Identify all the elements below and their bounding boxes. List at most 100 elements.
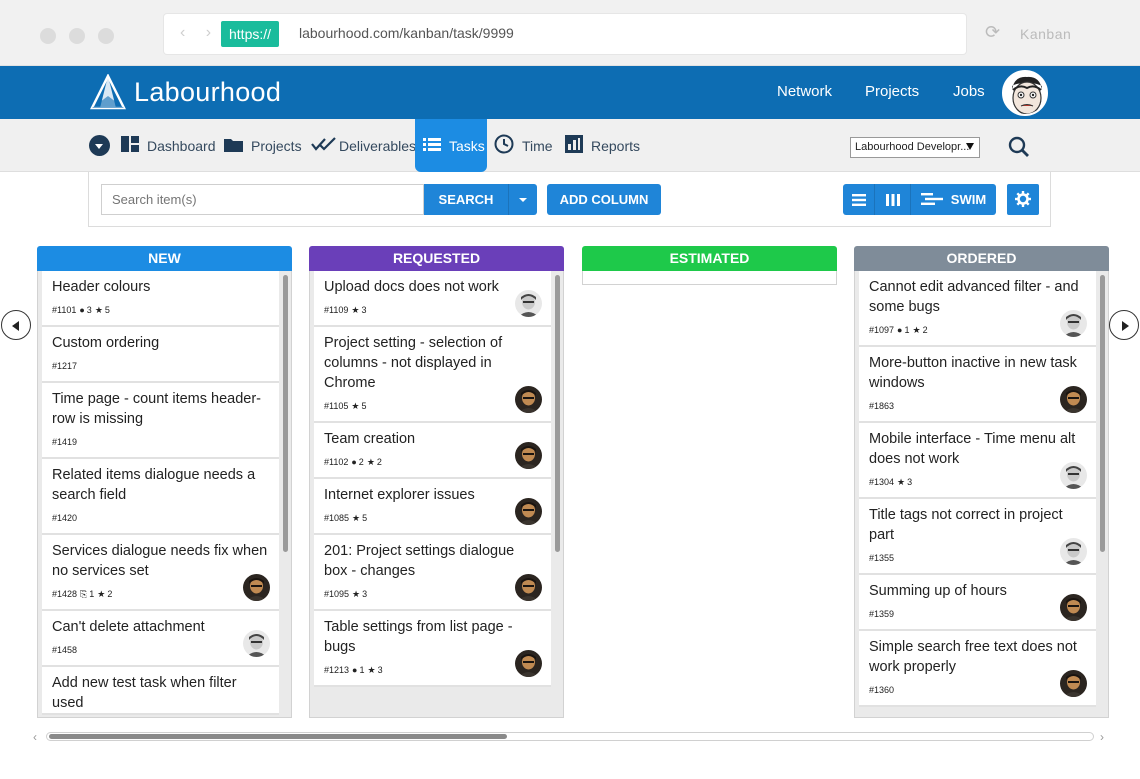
window-close-dot[interactable] [40, 28, 56, 44]
task-card[interactable]: Upload docs does not work #1109 ★ 3 [314, 271, 551, 327]
swim-view-button[interactable]: SWIM [911, 184, 996, 215]
swim-label: SWIM [950, 192, 987, 207]
assignee-avatar[interactable] [1060, 462, 1087, 489]
task-meta: #1095 ★ 3 [324, 587, 541, 601]
search-icon[interactable] [1008, 136, 1030, 163]
menu-toggle-button[interactable] [89, 135, 110, 156]
avatar-photo-icon [515, 386, 542, 413]
add-column-button[interactable]: ADD COLUMN [547, 184, 661, 215]
assignee-avatar[interactable] [1060, 594, 1087, 621]
attachment-icon: ⎘ [80, 589, 88, 599]
subnav-dashboard[interactable]: Dashboard [121, 119, 216, 172]
task-card[interactable]: Can't delete attachment #1458 [42, 611, 279, 667]
assignee-avatar[interactable] [1060, 310, 1087, 337]
task-card[interactable]: Summing up of hours #1359 [859, 575, 1096, 631]
task-card[interactable]: Team creation #1102 ● 2 ★ 2 [314, 423, 551, 479]
search-input[interactable] [101, 184, 424, 215]
column-header[interactable]: ESTIMATED [582, 246, 837, 271]
assignee-avatar[interactable] [515, 574, 542, 601]
column-header[interactable]: REQUESTED [309, 246, 564, 271]
reload-icon[interactable]: ⟳ [985, 22, 1000, 43]
subnav-deliverables-label: Deliverables [339, 137, 417, 154]
columns-view-button[interactable] [875, 184, 911, 215]
subnav-reports-label: Reports [591, 137, 641, 154]
task-pins-count: 3 [907, 477, 913, 487]
assignee-avatar[interactable] [243, 630, 270, 657]
avatar-photo-icon [1060, 538, 1087, 565]
assignee-avatar[interactable] [1060, 386, 1087, 413]
task-card[interactable]: More-button inactive in new task windows… [859, 347, 1096, 423]
task-meta: #1101 ● 3 ★ 5 [52, 303, 269, 317]
column-scrollbar[interactable] [1100, 275, 1105, 552]
task-title: Mobile interface - Time menu alt does no… [869, 431, 1076, 467]
assignee-avatar[interactable] [515, 442, 542, 469]
user-avatar[interactable] [1002, 70, 1048, 116]
avatar-photo-icon [515, 498, 542, 525]
task-meta: #1355 [869, 551, 1086, 565]
workspace-select[interactable]: Labourhood Developr... [850, 137, 980, 158]
labourhood-logo-icon [90, 74, 126, 110]
url-text[interactable]: labourhood.com/kanban/task/9999 [299, 25, 514, 41]
task-card[interactable]: Header colours #1101 ● 3 ★ 5 [42, 271, 279, 327]
subnav-time[interactable]: Time [494, 119, 553, 172]
assignee-avatar[interactable] [1060, 670, 1087, 697]
column-header[interactable]: NEW [37, 246, 292, 271]
assignee-avatar[interactable] [515, 290, 542, 317]
task-card[interactable]: Related items dialogue needs a search fi… [42, 459, 279, 535]
task-card[interactable]: Table settings from list page - bugs #121… [314, 611, 551, 687]
avatar-photo-icon [515, 650, 542, 677]
task-card[interactable]: Time page - count items header-row is mi… [42, 383, 279, 459]
search-options-dropdown[interactable] [508, 184, 537, 215]
back-forward-icon[interactable]: ‹ › [180, 24, 219, 42]
window-maximize-dot[interactable] [98, 28, 114, 44]
hscroll-right-icon[interactable]: › [1100, 730, 1104, 744]
task-pins-count: 3 [361, 305, 367, 315]
hscroll-left-icon[interactable]: ‹ [33, 730, 37, 744]
task-card[interactable]: Mobile interface - Time menu alt does no… [859, 423, 1096, 499]
task-meta: #1304 ★ 3 [869, 475, 1086, 489]
brand-logo[interactable]: Labourhood [90, 74, 281, 110]
task-title: Related items dialogue needs a search fi… [52, 467, 256, 503]
task-card[interactable]: Cannot edit advanced filter - and some b… [859, 271, 1096, 347]
task-meta: #1458 [52, 643, 269, 657]
column-header[interactable]: ORDERED [854, 246, 1109, 271]
task-title: Summing up of hours [869, 583, 1007, 599]
assignee-avatar[interactable] [515, 650, 542, 677]
board-settings-button[interactable] [1007, 184, 1039, 215]
subnav-tasks[interactable]: Tasks [415, 119, 487, 172]
list-view-button[interactable] [843, 184, 875, 215]
task-card[interactable]: Internet explorer issues #1085 ★ 5 [314, 479, 551, 535]
window-minimize-dot[interactable] [69, 28, 85, 44]
column-scrollbar[interactable] [283, 275, 288, 552]
task-card[interactable]: 201: Project settings dialogue box - cha… [314, 535, 551, 611]
horizontal-scrollbar[interactable] [46, 732, 1094, 741]
address-bar[interactable]: ‹ › https:// labourhood.com/kanban/task/… [164, 14, 966, 54]
assignee-avatar[interactable] [1060, 538, 1087, 565]
task-id: #1428 [52, 589, 78, 599]
horizontal-scroll-thumb[interactable] [49, 734, 507, 739]
assignee-avatar[interactable] [243, 574, 270, 601]
task-card[interactable]: Title tags not correct in project part #1… [859, 499, 1096, 575]
subnav-projects[interactable]: Projects [224, 119, 302, 172]
pin-icon: ★ [97, 589, 106, 599]
task-id: #1458 [52, 645, 78, 655]
task-card[interactable]: Custom ordering #1217 [42, 327, 279, 383]
task-card[interactable]: Add new test task when filter used [42, 667, 279, 715]
task-title: 201: Project settings dialogue box - cha… [324, 543, 515, 579]
topnav-projects[interactable]: Projects [865, 83, 919, 100]
column-scrollbar[interactable] [555, 275, 560, 552]
task-card[interactable]: Project setting - selection of columns -… [314, 327, 551, 423]
assignee-avatar[interactable] [515, 498, 542, 525]
search-button[interactable]: SEARCH [424, 184, 508, 215]
subnav-deliverables[interactable]: Deliverables [311, 119, 416, 172]
topnav-jobs[interactable]: Jobs [953, 83, 985, 100]
topnav-network[interactable]: Network [777, 83, 832, 100]
chevron-down-icon [966, 143, 974, 150]
assignee-avatar[interactable] [515, 386, 542, 413]
task-pins-count: 5 [362, 513, 368, 523]
task-card[interactable]: Services dialogue needs fix when no serv… [42, 535, 279, 611]
view-mode-group: SWIM [843, 184, 996, 215]
subnav-reports[interactable]: Reports [565, 119, 640, 172]
task-meta: #1359 [869, 607, 1086, 621]
task-card[interactable]: Simple search free text does not work pr… [859, 631, 1096, 707]
